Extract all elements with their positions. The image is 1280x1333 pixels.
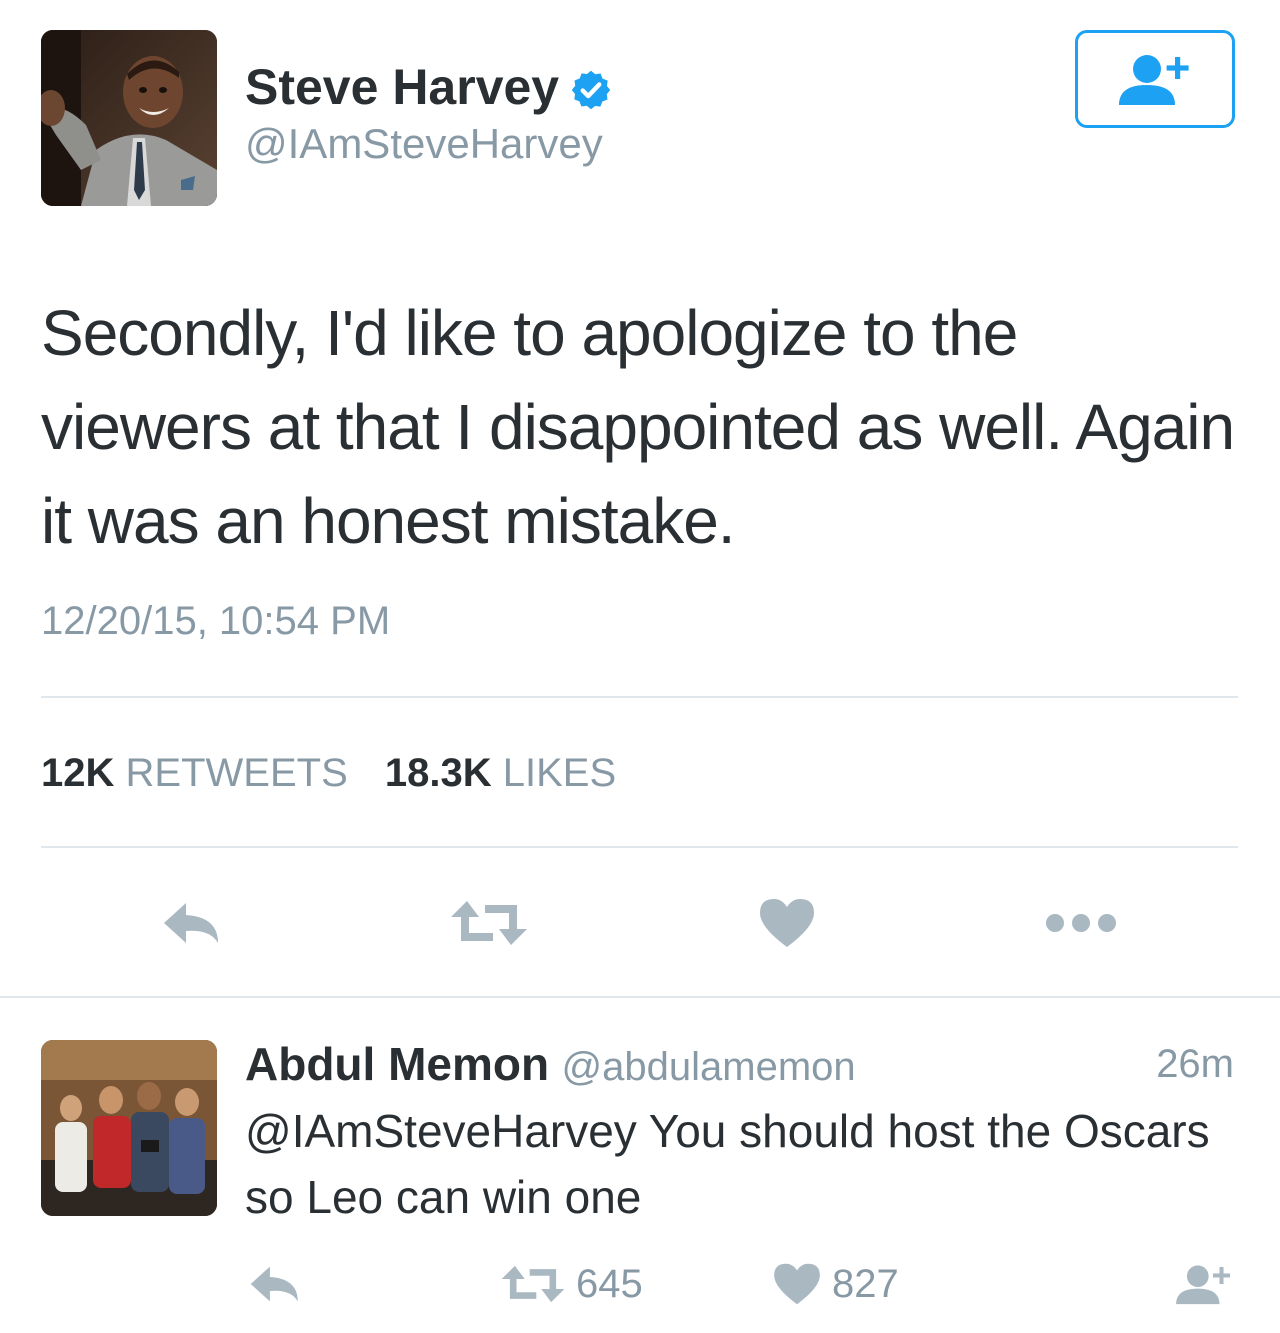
- author-handle[interactable]: @IAmSteveHarvey: [245, 116, 603, 172]
- more-button[interactable]: [1036, 888, 1126, 958]
- author-display-name[interactable]: Steve Harvey: [245, 59, 559, 115]
- retweet-button[interactable]: [444, 888, 534, 958]
- reply-text: @IAmSteveHarvey You should host the Osca…: [245, 1105, 1210, 1223]
- reply-retweet-count: 645: [576, 1262, 643, 1306]
- tweet-text: Secondly, I'd like to apologize to the v…: [41, 297, 1235, 557]
- reply-like-count: 827: [832, 1262, 899, 1306]
- verified-badge-icon: [569, 65, 613, 110]
- retweet-icon: [501, 1265, 565, 1303]
- divider: [0, 996, 1280, 998]
- reply-icon: [250, 1266, 298, 1302]
- like-button[interactable]: [742, 888, 832, 958]
- follow-user-icon: [1176, 1265, 1231, 1305]
- reply-follow-button[interactable]: [1168, 1256, 1240, 1312]
- likes-label[interactable]: LIKES: [503, 751, 616, 795]
- retweets-label[interactable]: RETWEETS: [126, 751, 348, 795]
- divider: [41, 696, 1238, 698]
- tweet-timestamp[interactable]: 12/20/15, 10:54 PM: [41, 596, 390, 646]
- like-icon: [774, 1263, 820, 1305]
- reply-timestamp[interactable]: 26m: [1156, 1036, 1234, 1092]
- reply-author-name[interactable]: Abdul Memon: [245, 1038, 549, 1090]
- follow-button[interactable]: [1075, 30, 1235, 128]
- avatar-photo: [41, 1040, 217, 1216]
- avatar-photo: [41, 30, 217, 206]
- follow-user-icon: [1119, 55, 1189, 105]
- retweet-icon: [451, 901, 527, 945]
- author-avatar[interactable]: [41, 30, 217, 206]
- reply-author-handle[interactable]: @abdulamemon: [562, 1045, 856, 1089]
- reply-author-avatar[interactable]: [41, 1040, 217, 1216]
- divider: [41, 846, 1238, 848]
- more-icon: [1046, 914, 1116, 932]
- reply-header: Abdul Memon @abdulamemon: [245, 1036, 856, 1104]
- retweets-count[interactable]: 12K: [41, 751, 114, 795]
- author-name[interactable]: Steve Harvey: [245, 57, 613, 117]
- like-icon: [760, 899, 814, 947]
- reply-reply-button[interactable]: [240, 1256, 312, 1312]
- tweet-stats: 12K RETWEETS 18.3K LIKES: [41, 748, 642, 798]
- reply-like-button[interactable]: 827: [772, 1256, 932, 1312]
- likes-count[interactable]: 18.3K: [385, 751, 492, 795]
- reply-retweet-button[interactable]: 645: [500, 1256, 680, 1312]
- reply-button[interactable]: [148, 888, 238, 958]
- reply-icon: [164, 903, 218, 943]
